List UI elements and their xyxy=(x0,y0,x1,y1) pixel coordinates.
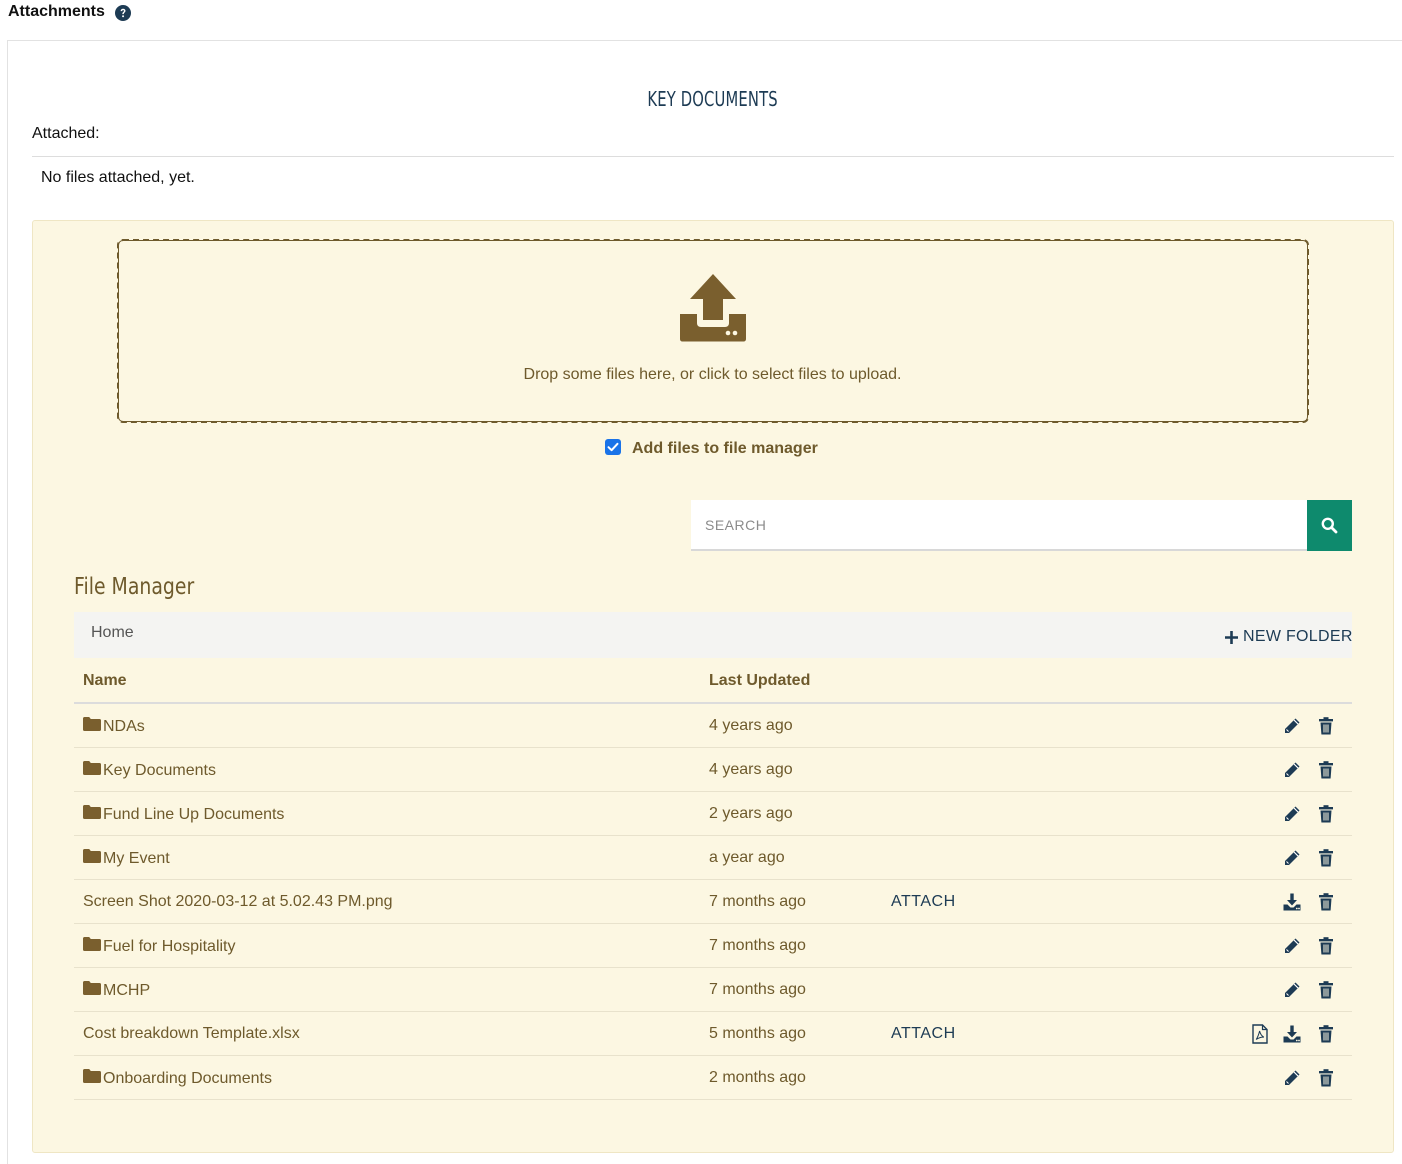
trash-icon[interactable] xyxy=(1316,1068,1336,1088)
search-input[interactable] xyxy=(691,500,1308,551)
folder-name[interactable]: Onboarding Documents xyxy=(83,1069,272,1088)
folder-icon xyxy=(83,805,101,824)
attached-label: Attached: xyxy=(32,125,100,142)
breadcrumb xyxy=(74,612,1352,658)
column-header-name[interactable]: Name xyxy=(83,672,127,690)
folder-name[interactable]: MCHP xyxy=(83,981,150,1000)
last-updated: a year ago xyxy=(709,849,785,866)
table-row[interactable]: MCHP 7 months ago xyxy=(74,968,1352,1012)
table-row[interactable]: Screen Shot 2020-03-12 at 5.02.43 PM.png… xyxy=(74,880,1352,924)
pencil-icon[interactable] xyxy=(1282,804,1302,824)
question-circle-icon[interactable] xyxy=(115,5,131,21)
attach-button[interactable]: ATTACH xyxy=(891,1025,956,1043)
folder-icon xyxy=(83,981,101,1000)
search-icon xyxy=(1321,517,1338,534)
row-name-label: Onboarding Documents xyxy=(103,1069,272,1087)
file-name[interactable]: Cost breakdown Template.xlsx xyxy=(83,1025,300,1043)
attachments-header: Attachments xyxy=(0,0,1402,40)
attach-button[interactable]: ATTACH xyxy=(891,893,956,911)
pencil-icon[interactable] xyxy=(1282,848,1302,868)
dropzone-text: Drop some files here, or click to select… xyxy=(523,366,902,383)
table-row[interactable]: Cost breakdown Template.xlsx 5 months ago… xyxy=(74,1012,1352,1056)
folder-icon xyxy=(83,717,101,736)
row-name-label: Fund Line Up Documents xyxy=(103,805,285,823)
folder-icon xyxy=(83,937,101,956)
folder-name[interactable]: Fund Line Up Documents xyxy=(83,805,284,824)
search-button[interactable] xyxy=(1307,500,1352,551)
last-updated: 7 months ago xyxy=(709,981,806,998)
last-updated: 7 months ago xyxy=(709,937,806,954)
folder-name[interactable]: NDAs xyxy=(83,717,145,736)
table-row[interactable]: My Event a year ago xyxy=(74,836,1352,880)
folder-icon xyxy=(83,1069,101,1088)
row-name-label: Fuel for Hospitality xyxy=(103,937,236,955)
table-row[interactable]: Fund Line Up Documents 2 years ago xyxy=(74,792,1352,836)
attachments-title: Attachments xyxy=(8,3,105,20)
last-updated: 4 years ago xyxy=(709,761,793,778)
upload-icon xyxy=(680,274,746,342)
column-header-last-updated[interactable]: Last Updated xyxy=(709,672,810,690)
folder-icon xyxy=(83,761,101,780)
last-updated: 2 months ago xyxy=(709,1069,806,1086)
no-files-text: No files attached, yet. xyxy=(41,169,195,186)
new-folder-label: NEW FOLDER xyxy=(1243,628,1353,645)
last-updated: 7 months ago xyxy=(709,893,806,910)
trash-icon[interactable] xyxy=(1316,848,1336,868)
add-to-file-manager-checkbox[interactable] xyxy=(605,439,621,455)
file-manager-title: File Manager xyxy=(74,574,195,600)
add-to-file-manager-label[interactable]: Add files to file manager xyxy=(632,440,818,458)
table-row[interactable]: Key Documents 4 years ago xyxy=(74,748,1352,792)
last-updated: 2 years ago xyxy=(709,805,793,822)
folder-name[interactable]: My Event xyxy=(83,849,170,868)
trash-icon[interactable] xyxy=(1316,892,1336,912)
last-updated: 4 years ago xyxy=(709,717,793,734)
folder-name[interactable]: Fuel for Hospitality xyxy=(83,937,236,956)
trash-icon[interactable] xyxy=(1316,1024,1336,1044)
row-name-label: MCHP xyxy=(103,981,151,999)
trash-icon[interactable] xyxy=(1316,804,1336,824)
key-documents-title: KEY DOCUMENTS xyxy=(647,87,778,111)
row-name-label: Key Documents xyxy=(103,761,216,779)
trash-icon[interactable] xyxy=(1316,936,1336,956)
download-icon[interactable] xyxy=(1282,1024,1302,1044)
table-row[interactable]: NDAs 4 years ago xyxy=(74,704,1352,748)
file-name[interactable]: Screen Shot 2020-03-12 at 5.02.43 PM.png xyxy=(83,893,393,911)
row-name-label: NDAs xyxy=(103,717,145,735)
pencil-icon[interactable] xyxy=(1282,760,1302,780)
folder-icon xyxy=(83,849,101,868)
breadcrumb-home[interactable]: Home xyxy=(91,624,134,642)
pencil-icon[interactable] xyxy=(1282,1068,1302,1088)
plus-icon xyxy=(1225,630,1238,644)
table-row[interactable]: Fuel for Hospitality 7 months ago xyxy=(74,924,1352,968)
pencil-icon[interactable] xyxy=(1282,936,1302,956)
download-icon[interactable] xyxy=(1282,892,1302,912)
row-name-label: Screen Shot 2020-03-12 at 5.02.43 PM.png xyxy=(83,893,393,910)
trash-icon[interactable] xyxy=(1316,716,1336,736)
row-name-label: Cost breakdown Template.xlsx xyxy=(83,1025,300,1042)
new-folder-button[interactable]: NEW FOLDER xyxy=(1224,627,1353,647)
pdf-file-icon[interactable] xyxy=(1252,1024,1272,1044)
attached-divider xyxy=(32,156,1394,157)
trash-icon[interactable] xyxy=(1316,760,1336,780)
pencil-icon[interactable] xyxy=(1282,716,1302,736)
folder-name[interactable]: Key Documents xyxy=(83,761,216,780)
row-name-label: My Event xyxy=(103,849,170,867)
table-row[interactable]: Onboarding Documents 2 months ago xyxy=(74,1056,1352,1100)
pencil-icon[interactable] xyxy=(1282,980,1302,1000)
last-updated: 5 months ago xyxy=(709,1025,806,1042)
trash-icon[interactable] xyxy=(1316,980,1336,1000)
